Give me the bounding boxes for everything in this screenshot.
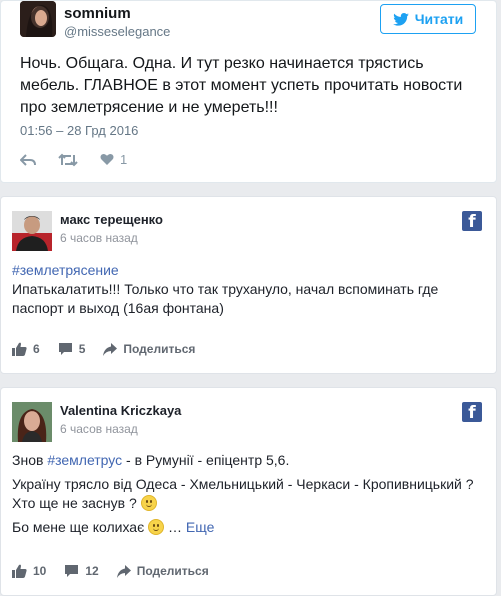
post-text: Бо мене ще колихає xyxy=(12,519,145,535)
like-count: 1 xyxy=(120,152,128,167)
user-avatar[interactable] xyxy=(20,1,56,37)
retweet-button[interactable] xyxy=(58,153,78,167)
comment-icon xyxy=(58,343,72,355)
post-line: Знов #землетрус - в Румунії - епіцентр 5… xyxy=(12,451,482,470)
tweet-card: somnium @misseselegance Читати Ночь. Общ… xyxy=(0,0,497,183)
comment-icon xyxy=(65,565,79,577)
tweet-actions: 1 xyxy=(20,152,127,167)
tweet-timestamp[interactable]: 01:56 – 28 Грд 2016 xyxy=(20,123,138,138)
tweet-author-name[interactable]: somnium xyxy=(64,5,131,22)
share-button[interactable]: Поделиться xyxy=(103,342,195,356)
post-text: Ипатькалатить!!! Только что так труханул… xyxy=(12,281,439,316)
twitter-bird-icon xyxy=(392,12,409,26)
post-timestamp[interactable]: 6 часов назад xyxy=(60,231,138,245)
reply-icon xyxy=(20,153,36,166)
post-line: Бо мене ще колихає … Еще xyxy=(12,518,482,537)
hashtag-link[interactable]: #землетрус xyxy=(47,452,122,468)
reply-button[interactable] xyxy=(20,153,36,167)
share-button[interactable]: Поделиться xyxy=(116,564,209,578)
comment-button[interactable]: 12 xyxy=(64,564,99,578)
like-count: 6 xyxy=(33,342,40,356)
tweet-author-handle[interactable]: @misseselegance xyxy=(64,24,170,39)
post-author-name[interactable]: Valentina Kriczkaya xyxy=(60,403,181,418)
post-actions: 6 5 Поделиться xyxy=(12,342,195,356)
post-actions: 10 12 Поделиться xyxy=(12,564,209,578)
smiley-emoji-icon xyxy=(148,519,165,535)
avatar[interactable] xyxy=(12,402,52,442)
like-count: 10 xyxy=(33,564,47,578)
thumbs-up-icon xyxy=(12,564,27,578)
avatar[interactable] xyxy=(12,211,52,251)
comment-count: 12 xyxy=(85,564,99,578)
post-line: Україну трясло від Одеса - Хмельницький … xyxy=(12,475,482,513)
heart-icon xyxy=(100,153,114,165)
ellipsis: … xyxy=(164,519,186,535)
hashtag-link[interactable]: #землетрясение xyxy=(12,261,482,280)
post-body: Знов #землетрус - в Румунії - епіцентр 5… xyxy=(12,451,482,542)
facebook-post: Valentina Kriczkaya 6 часов назад f Знов… xyxy=(0,387,497,596)
comment-button[interactable]: 5 xyxy=(58,342,86,356)
see-more-link[interactable]: Еще xyxy=(186,519,215,535)
share-label: Поделиться xyxy=(123,342,196,356)
like-button[interactable]: 10 xyxy=(12,564,46,578)
post-author-name[interactable]: макс терещенко xyxy=(60,212,163,227)
like-button[interactable]: 6 xyxy=(12,342,40,356)
post-text: Знов xyxy=(12,452,48,468)
post-text: Україну трясло від Одеса - Хмельницький … xyxy=(12,476,474,511)
facebook-logo-icon[interactable]: f xyxy=(462,402,482,422)
comment-count: 5 xyxy=(78,342,86,356)
post-timestamp[interactable]: 6 часов назад xyxy=(60,422,138,436)
smiley-emoji-icon xyxy=(140,495,157,511)
tweet-text: Ночь. Общага. Одна. И тут резко начинает… xyxy=(20,55,463,116)
share-label: Поделиться xyxy=(136,564,209,578)
facebook-post: макс терещенко 6 часов назад f #землетря… xyxy=(0,196,497,374)
follow-button[interactable]: Читати xyxy=(380,4,476,34)
share-arrow-icon xyxy=(103,342,118,356)
facebook-logo-icon[interactable]: f xyxy=(462,211,482,231)
like-button[interactable]: 1 xyxy=(100,152,127,167)
post-text: - в Румунії - епіцентр 5,6. xyxy=(122,452,290,468)
follow-button-label: Читати xyxy=(414,11,464,27)
post-body: #землетрясение Ипатькалатить!!! Только ч… xyxy=(12,261,482,318)
retweet-icon xyxy=(58,153,78,166)
share-arrow-icon xyxy=(116,564,131,578)
thumbs-up-icon xyxy=(12,342,27,356)
